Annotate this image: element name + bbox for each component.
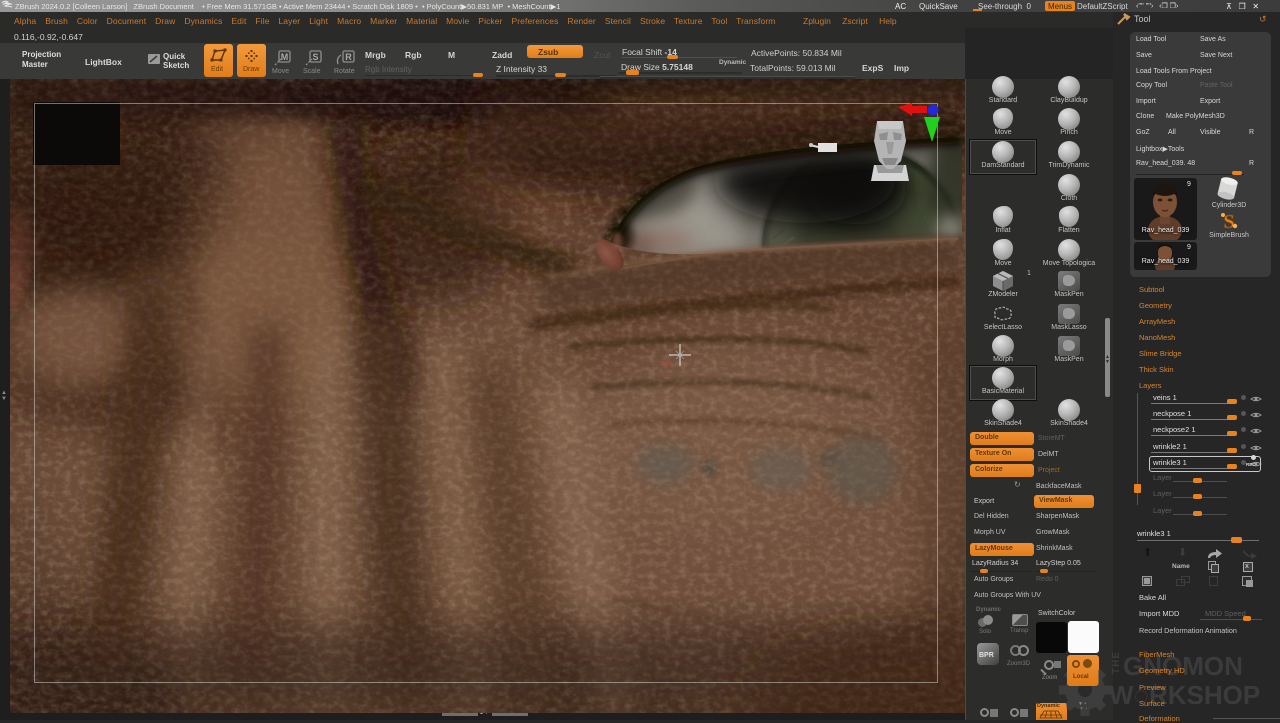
svg-text:M: M [281,52,289,62]
svg-text:THE: THE [1111,651,1122,674]
svg-text:S: S [1223,211,1234,233]
svg-text:36: 36 [662,358,671,367]
svg-text:S: S [312,52,318,62]
svg-text:R: R [345,52,352,62]
svg-text:W◌RKSHOP: W◌RKSHOP [1109,680,1260,710]
